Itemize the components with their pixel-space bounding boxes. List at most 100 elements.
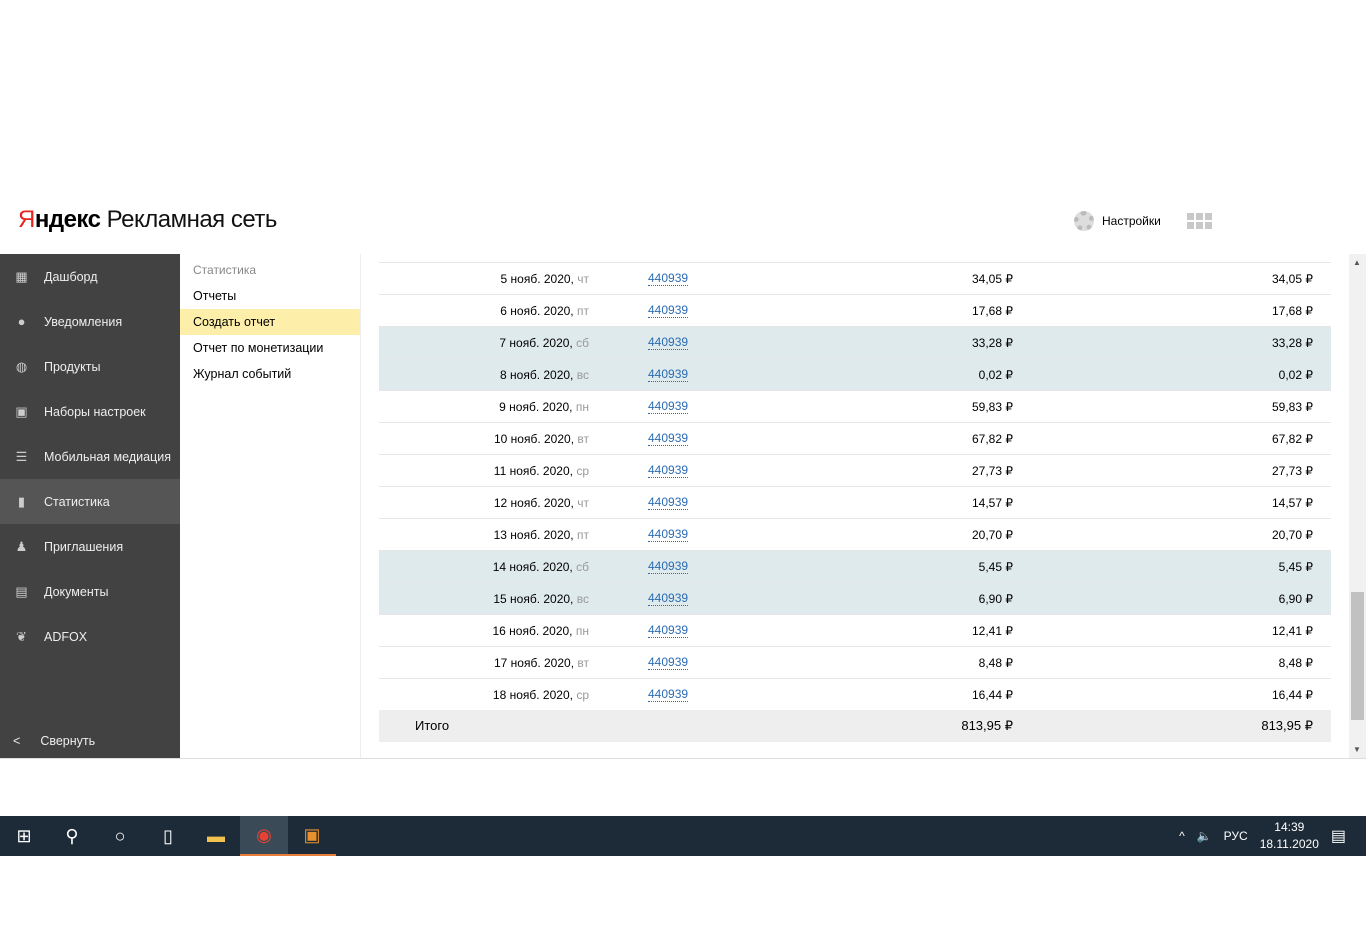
value-cell: 17,68 ₽ (972, 304, 1013, 318)
sidebar-item-label: Наборы настроек (44, 404, 146, 419)
block-id-link[interactable]: 440939 (648, 464, 689, 478)
app-icon[interactable]: ▣ (288, 816, 336, 856)
total-value: 813,95 ₽ (1261, 718, 1313, 733)
logo[interactable]: Яндекс Рекламная сеть (18, 206, 277, 234)
bulb-icon: ● (17, 314, 26, 329)
value-cell: 67,82 ₽ (972, 432, 1013, 446)
settings-button[interactable]: Настройки (1074, 211, 1161, 231)
scroll-down-icon[interactable]: ▼ (1353, 745, 1361, 754)
gear-icon (1074, 211, 1094, 231)
block-id-link[interactable]: 440939 (648, 272, 689, 286)
notifications-icon[interactable]: ▤ (1331, 826, 1346, 846)
sidebar-item-3[interactable]: ▣ Наборы настроек (0, 389, 180, 434)
date: 16 нояб. 2020, (492, 624, 573, 638)
block-id-link[interactable]: 440939 (648, 592, 689, 606)
sidebar-item-8[interactable]: ❦ ADFOX (0, 614, 180, 659)
table-row: 10 нояб. 2020, вт 440939 67,82 ₽ 67,82 ₽ (379, 422, 1331, 454)
block-id-link[interactable]: 440939 (648, 560, 689, 574)
block-id-link[interactable]: 440939 (648, 368, 689, 382)
sidebar-item-0[interactable]: ▦ Дашборд (0, 254, 180, 299)
total-value: 813,95 ₽ (961, 718, 1013, 733)
date: 8 нояб. 2020, (500, 368, 574, 382)
date-cell: 7 нояб. 2020, сб (499, 336, 589, 350)
sidebar-item-4[interactable]: ☰ Мобильная медиация (0, 434, 180, 479)
windows-start-icon[interactable]: ⊞ (0, 816, 48, 856)
table-row: 13 нояб. 2020, пт 440939 20,70 ₽ 20,70 ₽ (379, 518, 1331, 550)
block-id-link[interactable]: 440939 (648, 528, 689, 542)
apps-grid-icon[interactable] (1187, 213, 1212, 229)
block-id-link[interactable]: 440939 (648, 400, 689, 414)
collapse-label: Свернуть (40, 734, 96, 748)
date: 9 нояб. 2020, (499, 400, 573, 414)
date: 10 нояб. 2020, (493, 432, 575, 446)
submenu-item[interactable]: Создать отчет (180, 309, 360, 335)
sidebar-item-2[interactable]: ◍ Продукты (0, 344, 180, 389)
scrollbar[interactable]: ▲ ▼ (1349, 254, 1366, 758)
date-cell: 14 нояб. 2020, сб (493, 560, 589, 574)
value-cell: 20,70 ₽ (972, 528, 1013, 542)
sidebar-item-label: Уведомления (44, 314, 123, 329)
cortana-icon[interactable]: ○ (96, 816, 144, 856)
date-cell: 12 нояб. 2020, чт (494, 496, 589, 510)
value-cell: 27,73 ₽ (972, 464, 1013, 478)
date-cell: 6 нояб. 2020, пт (500, 304, 589, 318)
file-explorer-icon[interactable]: ▬ (192, 816, 240, 856)
scrollbar-thumb[interactable] (1351, 592, 1364, 720)
value-cell: 14,57 ₽ (972, 496, 1013, 510)
tray-chevron-icon[interactable]: ^ (1179, 829, 1185, 843)
value-cell: 0,02 ₽ (978, 368, 1013, 382)
block-id-link[interactable]: 440939 (648, 624, 689, 638)
sidebar-item-7[interactable]: ▤ Документы (0, 569, 180, 614)
table-row: 16 нояб. 2020, пн 440939 12,41 ₽ 12,41 ₽ (379, 614, 1331, 646)
date-cell: 13 нояб. 2020, пт (494, 528, 589, 542)
block-id-link[interactable]: 440939 (648, 304, 689, 318)
block-id-link[interactable]: 440939 (648, 432, 689, 446)
date: 15 нояб. 2020, (493, 592, 574, 606)
adfox-icon: ❦ (16, 628, 27, 644)
weekday: вс (576, 368, 589, 382)
sidebar-item-1[interactable]: ● Уведомления (0, 299, 180, 344)
date: 12 нояб. 2020, (493, 496, 574, 510)
sidebar-item-5[interactable]: ▮ Статистика (0, 479, 180, 524)
block-id-link[interactable]: 440939 (648, 656, 689, 670)
value-cell: 0,02 ₽ (1278, 368, 1313, 382)
date: 18.11.2020 (1259, 837, 1319, 851)
submenu-item[interactable]: Отчет по монетизации (180, 335, 360, 361)
clock[interactable]: 14:39 18.11.2020 (1260, 819, 1319, 853)
divider (0, 758, 1366, 759)
date: 13 нояб. 2020, (493, 528, 574, 542)
volume-icon[interactable]: 🔈 (1197, 829, 1212, 843)
value-cell: 59,83 ₽ (972, 400, 1013, 414)
table-row: 11 нояб. 2020, ср 440939 27,73 ₽ 27,73 ₽ (379, 454, 1331, 486)
submenu-item[interactable]: Журнал событий (180, 361, 360, 387)
block-id-link[interactable]: 440939 (648, 496, 689, 510)
value-cell: 20,70 ₽ (1272, 528, 1313, 542)
language-indicator[interactable]: РУС (1224, 829, 1248, 843)
submenu-item[interactable]: Отчеты (180, 283, 360, 309)
sidebar-item-label: Приглашения (44, 539, 124, 554)
dashboard-icon: ▦ (15, 268, 28, 284)
weekday: чт (577, 496, 589, 510)
weekday: сб (576, 336, 589, 350)
value-cell: 8,48 ₽ (1278, 656, 1313, 670)
block-id-link[interactable]: 440939 (648, 336, 689, 350)
value-cell: 34,05 ₽ (1272, 272, 1313, 286)
collapse-button[interactable]: < Свернуть (13, 734, 95, 748)
value-cell: 59,83 ₽ (1272, 400, 1313, 414)
chrome-icon[interactable]: ◉ (240, 816, 288, 856)
table-row: 8 нояб. 2020, вс 440939 0,02 ₽ 0,02 ₽ (379, 358, 1331, 390)
search-icon[interactable]: ⚲ (48, 816, 96, 856)
invite-icon: ♟ (15, 538, 28, 554)
value-cell: 6,90 ₽ (1278, 592, 1313, 606)
value-cell: 16,44 ₽ (1272, 688, 1313, 702)
weekday: ср (576, 688, 589, 702)
date: 7 нояб. 2020, (499, 336, 573, 350)
block-id-link[interactable]: 440939 (648, 688, 689, 702)
task-view-icon[interactable]: ▯ (144, 816, 192, 856)
chevron-left-icon: < (13, 734, 21, 748)
date-cell: 10 нояб. 2020, вт (494, 432, 589, 446)
submenu: Статистика Отчеты Создать отчет Отчет по м… (180, 254, 361, 758)
scroll-up-icon[interactable]: ▲ (1353, 258, 1361, 267)
mediation-icon: ☰ (15, 448, 28, 464)
sidebar-item-6[interactable]: ♟ Приглашения (0, 524, 180, 569)
